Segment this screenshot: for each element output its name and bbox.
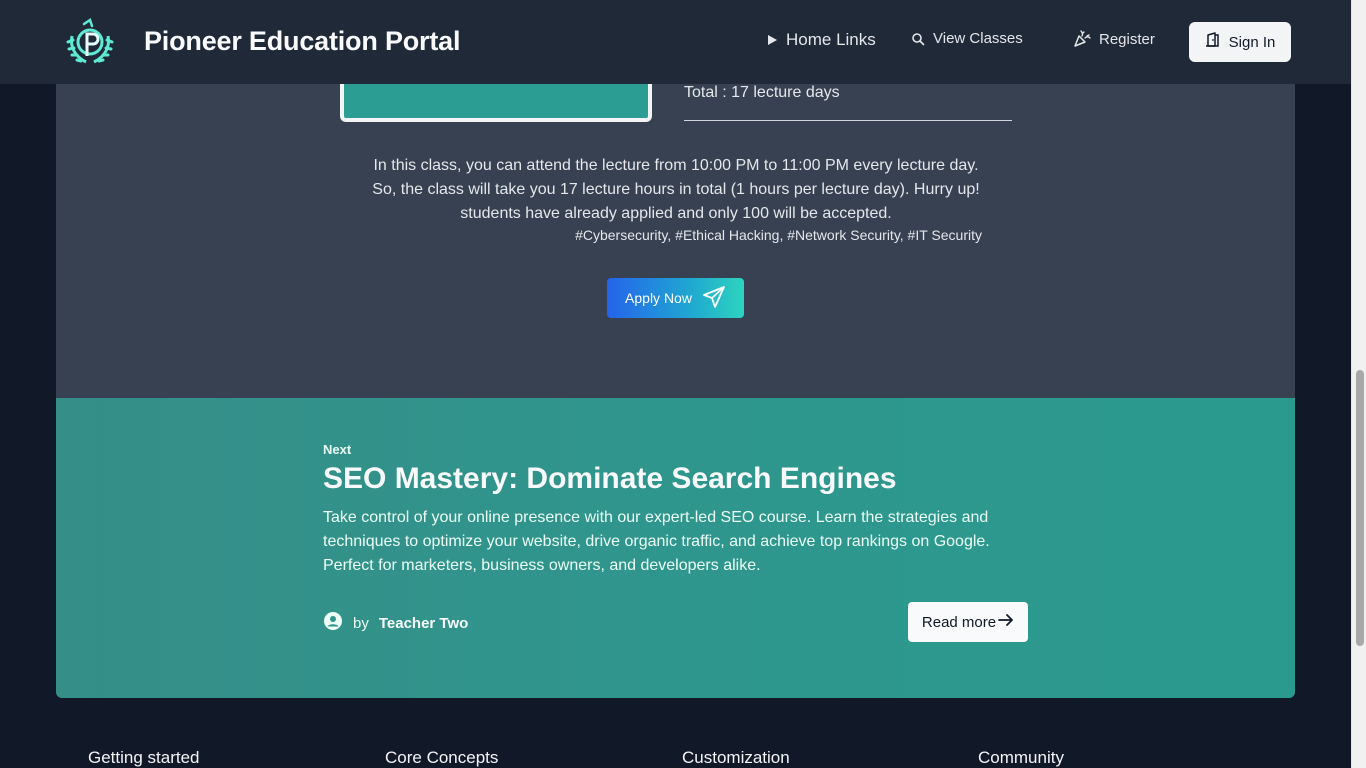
author-info: by Teacher Two xyxy=(323,611,468,635)
sign-in-button[interactable]: Sign In xyxy=(1189,22,1291,62)
next-class-card: Next SEO Mastery: Dominate Search Engine… xyxy=(56,398,1295,698)
total-lecture-days: Total : 17 lecture days xyxy=(684,84,840,101)
arrow-right-icon xyxy=(998,613,1014,631)
nav-home-links[interactable]: Home Links xyxy=(766,30,876,50)
next-class-title[interactable]: SEO Mastery: Dominate Search Engines xyxy=(323,462,897,496)
search-icon xyxy=(911,32,925,46)
sign-in-label: Sign In xyxy=(1228,33,1276,51)
page-scrollbar[interactable] xyxy=(1351,0,1366,768)
top-navigation-bar: Pioneer Education Portal Home Links View… xyxy=(0,0,1351,84)
nav-home-links-label: Home Links xyxy=(786,30,876,49)
send-icon xyxy=(702,285,726,312)
footer-heading-customization: Customization xyxy=(682,748,790,767)
nav-register[interactable]: Register xyxy=(1073,30,1155,48)
nav-view-classes[interactable]: View Classes xyxy=(911,30,1023,47)
footer-heading-core-concepts: Core Concepts xyxy=(385,748,499,767)
read-more-button[interactable]: Read more xyxy=(908,602,1028,642)
class-tags: #Cybersecurity, #Ethical Hacking, #Netwo… xyxy=(575,227,982,243)
apply-now-label: Apply Now xyxy=(625,290,692,306)
footer-heading-community: Community xyxy=(978,748,1064,767)
next-class-description: Take control of your online presence wit… xyxy=(323,509,990,574)
portal-logo-icon[interactable] xyxy=(64,18,116,66)
play-icon xyxy=(766,34,778,46)
apply-now-button[interactable]: Apply Now xyxy=(607,278,744,318)
class-schedule-description: In this class, you can attend the lectur… xyxy=(372,157,980,222)
class-detail-section: Total : 17 lecture days In this class, y… xyxy=(56,64,1295,398)
party-popper-icon xyxy=(1073,30,1091,48)
scrollbar-thumb[interactable] xyxy=(1356,370,1364,646)
footer-heading-getting-started: Getting started xyxy=(88,748,200,767)
author-prefix: by xyxy=(353,614,369,632)
door-icon xyxy=(1205,32,1221,52)
nav-view-classes-label: View Classes xyxy=(933,30,1023,47)
brand-title[interactable]: Pioneer Education Portal xyxy=(144,26,460,57)
divider xyxy=(684,120,1012,121)
read-more-label: Read more xyxy=(921,613,997,631)
author-name: Teacher Two xyxy=(378,614,469,632)
next-label: Next xyxy=(323,442,352,457)
user-circle-icon xyxy=(323,611,343,635)
nav-register-label: Register xyxy=(1099,30,1155,48)
